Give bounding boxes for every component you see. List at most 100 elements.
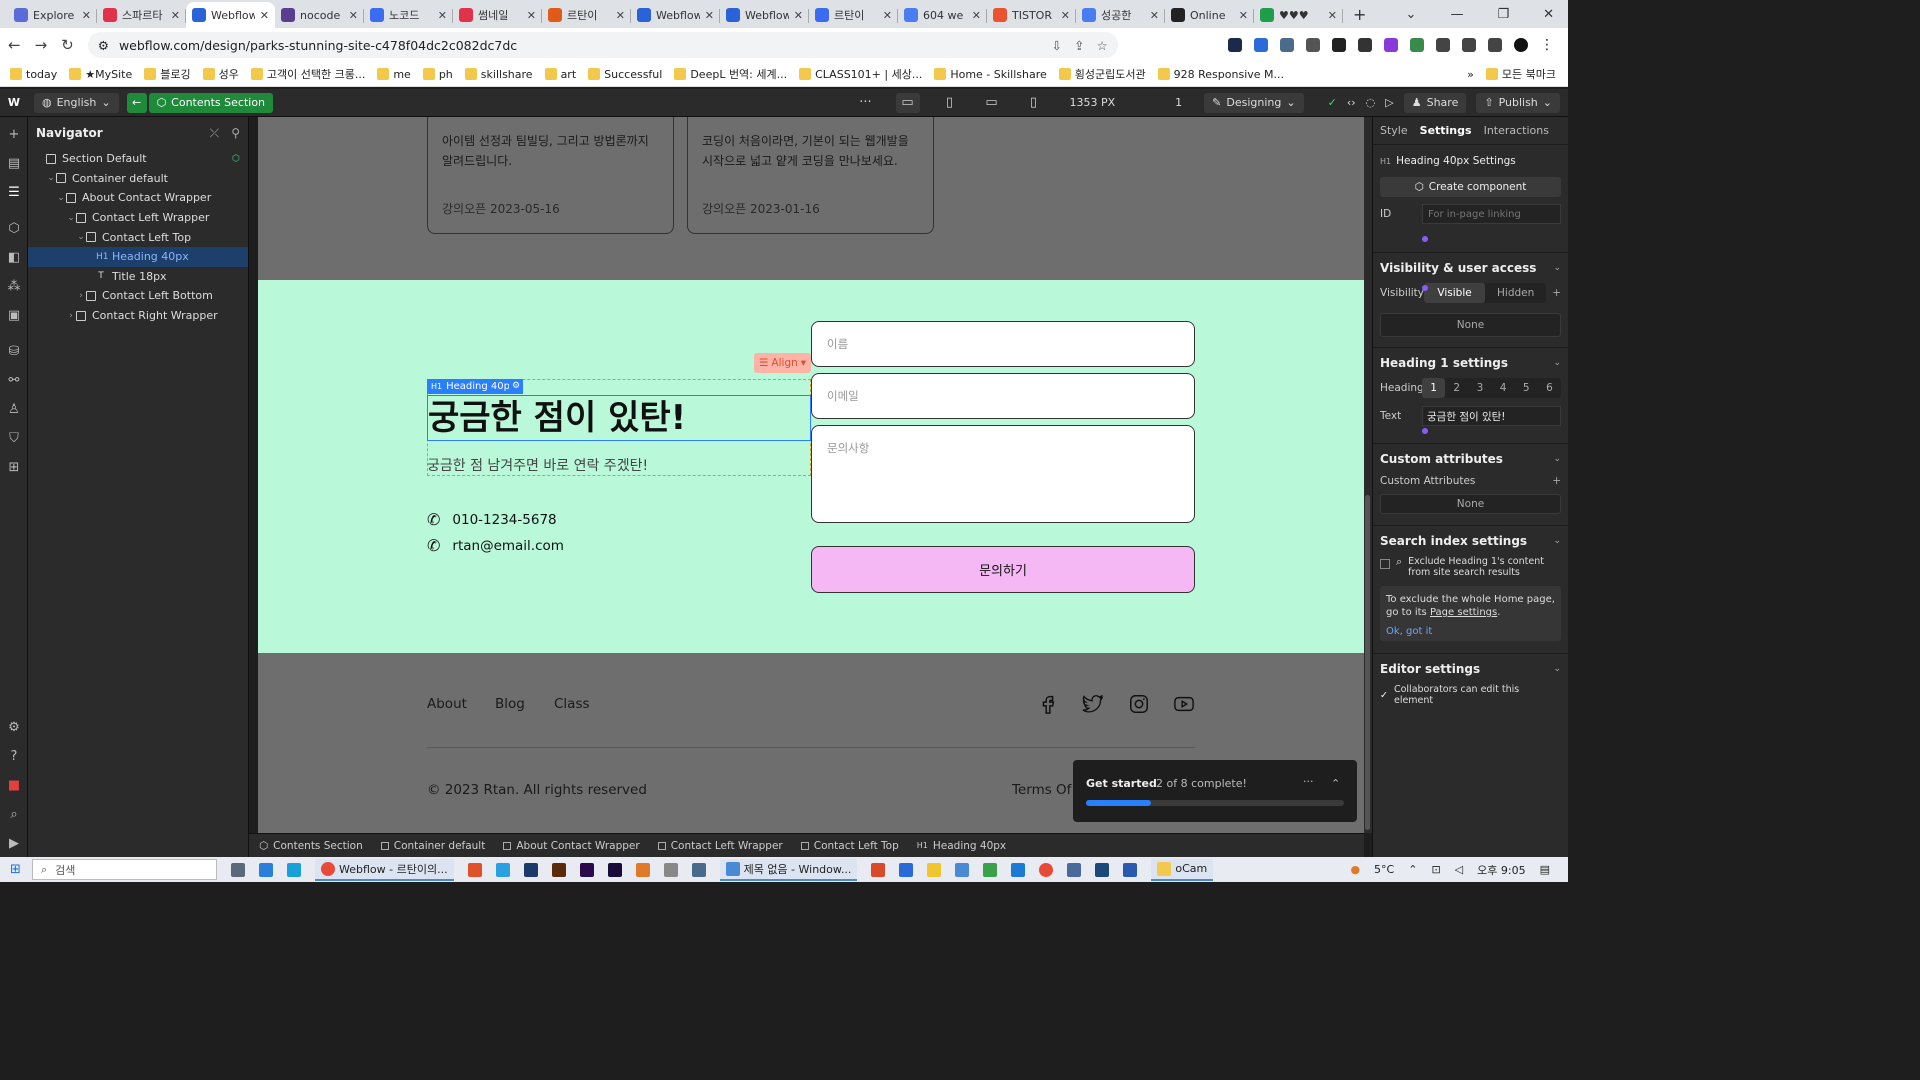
navigator-item[interactable]: ⌄ Container default bbox=[28, 169, 248, 189]
bookmark-item[interactable]: art bbox=[544, 68, 576, 81]
bookmark-item[interactable]: 횡성군립도서관 bbox=[1058, 66, 1146, 82]
tab-settings[interactable]: Settings bbox=[1420, 124, 1472, 137]
back-icon[interactable]: ← bbox=[8, 36, 21, 54]
browser-tab[interactable]: nocode ✕ bbox=[275, 2, 364, 28]
caret-icon[interactable]: ⌄ bbox=[66, 213, 76, 223]
app-icon[interactable] bbox=[955, 862, 970, 877]
close-tab-icon[interactable]: ✕ bbox=[883, 9, 892, 22]
chrome-menu-icon[interactable]: ⋮ bbox=[1540, 37, 1554, 53]
close-window-button[interactable]: ✕ bbox=[1543, 7, 1554, 22]
checkmark-icon[interactable]: ✓ bbox=[1380, 690, 1388, 701]
close-tab-icon[interactable]: ✕ bbox=[1328, 9, 1337, 22]
browser-tab[interactable]: 르탄이 ✕ bbox=[809, 2, 898, 28]
visibility-header[interactable]: Visibility & user access ⌄ bbox=[1380, 253, 1561, 283]
forward-icon[interactable]: → bbox=[35, 36, 48, 54]
more-options-icon[interactable]: ··· bbox=[854, 93, 878, 113]
close-tab-icon[interactable]: ✕ bbox=[794, 9, 803, 22]
record-icon[interactable]: ■ bbox=[6, 778, 22, 794]
navigator-item[interactable]: ⌄ Contact Left Wrapper bbox=[28, 208, 248, 228]
browser-tab[interactable]: 스파르타 ✕ bbox=[97, 2, 186, 28]
brave-icon[interactable] bbox=[467, 862, 482, 877]
browser-tab[interactable]: Online ✕ bbox=[1165, 2, 1254, 28]
settings-gear-icon[interactable]: ⚙ bbox=[6, 720, 22, 736]
browser-tab[interactable]: Webflow ✕ bbox=[720, 2, 809, 28]
breadcrumb-item[interactable]: H1 Heading 40px bbox=[917, 840, 1006, 852]
style-selectors-icon[interactable]: ◧ bbox=[6, 250, 22, 266]
users-icon[interactable]: ♙ bbox=[6, 402, 22, 418]
get-started-widget[interactable]: Get started 2 of 8 complete! ··· ⌃ bbox=[1073, 760, 1357, 822]
kakaotalk-icon[interactable] bbox=[927, 862, 942, 877]
pages-icon[interactable]: ▤ bbox=[6, 156, 22, 172]
contact-subtitle[interactable]: 궁금한 점 남겨주면 바로 연락 주겠탄! bbox=[427, 455, 648, 475]
navigator-icon[interactable]: ☰ bbox=[6, 185, 22, 201]
task-view-icon[interactable] bbox=[231, 862, 245, 877]
browser-tab[interactable]: Webflow ✕ bbox=[186, 2, 275, 28]
heading-text-input[interactable]: 궁금한 점이 있탄! bbox=[1422, 406, 1561, 426]
reload-icon[interactable]: ↻ bbox=[61, 36, 74, 54]
custom-attributes-header[interactable]: Custom attributes ⌄ bbox=[1380, 444, 1561, 474]
new-tab-button[interactable]: + bbox=[1353, 5, 1366, 24]
extension-icon[interactable] bbox=[1410, 38, 1424, 52]
bookmark-item[interactable]: 928 Responsive M... bbox=[1157, 68, 1284, 81]
visibility-hidden-option[interactable]: Hidden bbox=[1485, 283, 1546, 303]
taskbar-app-notepad[interactable]: 제목 없음 - Window... bbox=[719, 858, 858, 881]
navigator-item[interactable]: › Contact Left Bottom bbox=[28, 286, 248, 306]
taskbar-app-chrome[interactable]: Webflow - 르탄이의... bbox=[315, 858, 454, 881]
extension-icon[interactable] bbox=[1254, 38, 1268, 52]
firefox-icon[interactable] bbox=[635, 862, 650, 877]
navigator-item[interactable]: › Contact Right Wrapper bbox=[28, 306, 248, 326]
notification-icon[interactable]: ▤ bbox=[1540, 863, 1550, 876]
profile-avatar[interactable] bbox=[1514, 38, 1528, 52]
preview-play-icon[interactable]: ▷ bbox=[1385, 96, 1393, 109]
app-icon[interactable] bbox=[1095, 862, 1110, 877]
taskbar-search[interactable]: ⌕ 검색 bbox=[32, 859, 217, 880]
browser-tab[interactable]: 르탄이 ✕ bbox=[542, 2, 631, 28]
editor-settings-header[interactable]: Editor settings ⌄ bbox=[1380, 654, 1561, 684]
bookmark-item[interactable]: 고객이 선택한 크롱... bbox=[250, 66, 365, 82]
message-textarea[interactable]: 문의사항 bbox=[811, 425, 1195, 523]
caret-icon[interactable]: › bbox=[66, 311, 76, 321]
navigator-item[interactable]: H1 Heading 40px bbox=[28, 246, 248, 267]
language-dropdown[interactable]: ◍ English ⌄ bbox=[34, 92, 119, 113]
time-text[interactable]: 오후 9:05 bbox=[1477, 862, 1525, 878]
extension-icon[interactable] bbox=[1306, 38, 1320, 52]
collapse-icon[interactable]: ⌃ bbox=[1331, 777, 1340, 790]
puzzle-icon[interactable] bbox=[1436, 38, 1450, 52]
extension-icon[interactable] bbox=[1332, 38, 1346, 52]
side-panel-icon[interactable] bbox=[1488, 38, 1502, 52]
ok-got-it-link[interactable]: Ok, got it bbox=[1386, 625, 1555, 638]
select-parent-button[interactable]: ← bbox=[126, 92, 147, 113]
edge-icon[interactable] bbox=[287, 862, 301, 877]
publish-button[interactable]: ⇧ Publish ⌄ bbox=[1476, 92, 1560, 113]
extension-icon[interactable] bbox=[1358, 38, 1372, 52]
bookmark-item[interactable]: ph bbox=[422, 68, 453, 81]
weather-icon[interactable]: ● bbox=[1350, 863, 1360, 876]
page-settings-link[interactable]: Page settings bbox=[1430, 607, 1497, 618]
breadcrumb-item[interactable]: ⬡ Contents Section bbox=[259, 840, 363, 852]
exclude-checkbox[interactable] bbox=[1380, 559, 1390, 569]
close-tab-icon[interactable]: ✕ bbox=[349, 9, 358, 22]
close-tab-icon[interactable]: ✕ bbox=[1061, 9, 1070, 22]
bookmark-star-icon[interactable]: ☆ bbox=[1097, 38, 1108, 53]
comment-icon[interactable]: ◌ bbox=[1366, 96, 1376, 109]
after-effects-icon[interactable] bbox=[607, 862, 622, 877]
browser-tab[interactable]: 썸네일 ✕ bbox=[453, 2, 542, 28]
apps-icon[interactable]: ⊞ bbox=[6, 460, 22, 476]
tablet-breakpoint-icon[interactable]: ▯ bbox=[938, 93, 962, 113]
bookmark-item[interactable]: ★MySite bbox=[69, 68, 132, 81]
tab-search-icon[interactable]: ⌄ bbox=[1406, 7, 1417, 22]
close-tab-icon[interactable]: ✕ bbox=[1239, 9, 1248, 22]
design-canvas[interactable]: 아이템 선정과 팀빌딩, 그리고 방법론까지 알려드립니다. 강의오픈 2023… bbox=[258, 117, 1364, 833]
word-icon[interactable] bbox=[1123, 862, 1138, 877]
caret-icon[interactable]: ⌄ bbox=[76, 232, 86, 242]
heading-level-option[interactable]: 1 bbox=[1422, 378, 1446, 398]
vscode-icon[interactable] bbox=[1011, 862, 1026, 877]
email-field[interactable]: 이메일 bbox=[811, 373, 1195, 419]
close-tab-icon[interactable]: ✕ bbox=[260, 9, 269, 22]
chrome-icon[interactable] bbox=[1039, 862, 1054, 877]
close-tab-icon[interactable]: ✕ bbox=[82, 9, 91, 22]
app-icon[interactable] bbox=[495, 862, 510, 877]
bookmark-item[interactable]: 성우 bbox=[202, 66, 239, 82]
mobile-portrait-breakpoint-icon[interactable]: ▯ bbox=[1022, 93, 1046, 113]
logic-icon[interactable]: ⚯ bbox=[6, 373, 22, 389]
